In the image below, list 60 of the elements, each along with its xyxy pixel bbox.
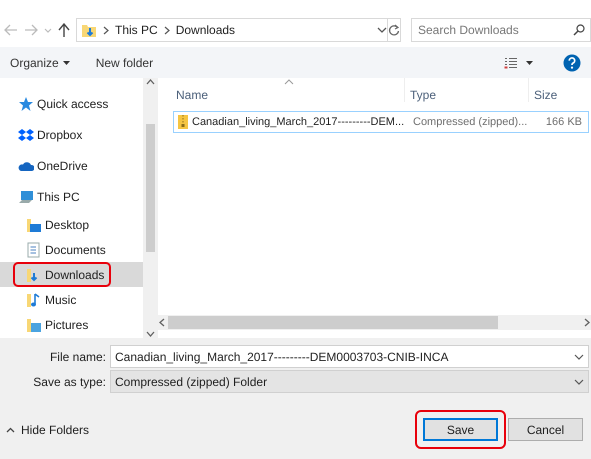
caret-up-icon xyxy=(6,426,15,432)
zip-folder-icon xyxy=(178,114,188,130)
downloads-folder-icon xyxy=(81,22,97,38)
file-type: Compressed (zipped)... xyxy=(412,116,528,128)
sidebar-item-icon xyxy=(26,292,42,308)
vertical-scrollbar[interactable] xyxy=(143,78,158,338)
cancel-button[interactable]: Cancel xyxy=(508,418,583,441)
search-icon[interactable] xyxy=(573,24,585,36)
scroll-down-icon[interactable] xyxy=(146,330,155,338)
field-label: File name: xyxy=(48,350,107,364)
sidebar-item[interactable]: Quick access xyxy=(0,88,143,119)
save-button[interactable]: Save xyxy=(423,418,498,441)
file-size: 166 KB xyxy=(544,116,583,128)
breadcrumb-item[interactable]: This PC xyxy=(115,23,158,37)
sidebar-item[interactable]: OneDrive xyxy=(0,150,143,181)
organize-menu[interactable]: Organize xyxy=(10,56,70,70)
dropdown-caret-icon[interactable] xyxy=(377,27,387,33)
sidebar-item-icon xyxy=(18,126,34,142)
chevron-icon xyxy=(103,26,109,34)
column-header[interactable]: Size xyxy=(528,78,591,102)
sidebar-item-icon xyxy=(26,316,42,332)
scroll-right-icon[interactable] xyxy=(583,318,591,327)
scrollbar-thumb[interactable] xyxy=(146,124,155,252)
sidebar-item-icon xyxy=(18,96,34,112)
type-dropdown[interactable]: Compressed (zipped) Folder xyxy=(110,370,589,393)
sidebar-item[interactable]: This PC xyxy=(0,181,143,212)
sidebar-item[interactable]: Documents xyxy=(0,237,143,262)
view-caret-icon[interactable] xyxy=(526,60,533,64)
sidebar-item[interactable]: Dropbox xyxy=(0,119,143,150)
caret-icon[interactable] xyxy=(62,60,70,64)
column-header[interactable]: Name xyxy=(174,78,404,102)
address-bar[interactable]: This PC Downloads xyxy=(76,18,388,42)
file-name-field[interactable]: Canadian_living_March_2017---------DEM0003703-CNIB-INCA xyxy=(110,345,589,368)
sidebar-item[interactable]: Pictures xyxy=(0,312,143,337)
sidebar-item[interactable]: Downloads xyxy=(0,262,143,287)
column-header[interactable]: Type xyxy=(404,78,528,102)
up-arrow-icon[interactable] xyxy=(58,23,70,37)
sidebar-item-icon xyxy=(26,216,42,232)
chevron-icon xyxy=(164,26,170,34)
help-icon[interactable] xyxy=(563,54,581,72)
view-list-icon[interactable] xyxy=(504,56,518,68)
dropdown-caret-icon[interactable] xyxy=(574,378,584,384)
scrollbar-thumb[interactable] xyxy=(168,316,498,329)
sidebar-item[interactable]: Desktop xyxy=(0,212,143,237)
field-label: Save as type: xyxy=(32,374,107,388)
file-name: Canadian_living_March_2017---------DEM... xyxy=(192,116,404,128)
file-row[interactable]: Canadian_living_March_2017---------DEM... Compressed (zipped)... 166 KB xyxy=(173,111,589,133)
breadcrumb-item[interactable]: Downloads xyxy=(176,23,236,37)
refresh-icon xyxy=(388,24,400,36)
horizontal-scrollbar[interactable] xyxy=(158,315,591,330)
scroll-up-icon[interactable] xyxy=(146,78,155,86)
sidebar-item[interactable]: Music xyxy=(0,287,143,312)
refresh-button[interactable] xyxy=(388,18,401,42)
scroll-left-icon[interactable] xyxy=(158,318,166,327)
sidebar-item-icon xyxy=(18,188,34,204)
dropdown-caret-icon[interactable] xyxy=(574,354,584,360)
toolbar-button[interactable]: New folder xyxy=(96,56,154,70)
hide-folders-button[interactable]: Hide Folders xyxy=(6,422,90,436)
sidebar-item-icon xyxy=(26,242,42,258)
search-field[interactable]: Search Downloads xyxy=(411,18,591,42)
